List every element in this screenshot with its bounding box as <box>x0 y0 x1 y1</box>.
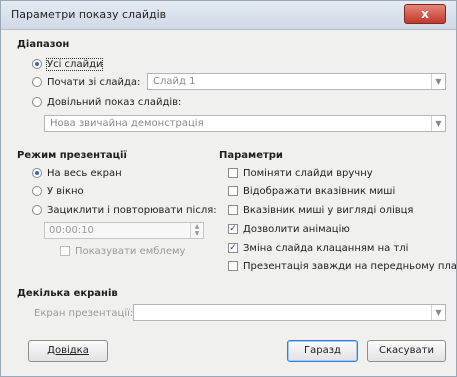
from-slide-value: Слайд 1 <box>153 76 196 87</box>
loop-time-spinner[interactable]: 00:00:10 ▲ ▼ <box>44 222 204 239</box>
title-bar[interactable]: Параметри показу слайдів x <box>1 1 456 30</box>
checkbox-icon <box>228 186 238 196</box>
radio-icon <box>32 168 42 178</box>
loop-label: Зациклити і повторювати після: <box>47 204 217 216</box>
radio-icon <box>32 77 42 87</box>
help-button[interactable]: Довідка <box>28 340 108 362</box>
close-icon: x <box>421 7 429 21</box>
option-label: Презентація завжди на передньому плані <box>243 260 457 272</box>
radio-icon <box>32 59 42 69</box>
presentation-mode-header: Режим презентації <box>17 150 127 161</box>
show-logo-label: Показувати емблему <box>75 245 186 257</box>
option-label: Дозволити анімацію <box>243 223 350 235</box>
chevron-down-icon: ▼ <box>431 305 445 320</box>
presentation-screen-label: Екран презентації: <box>34 307 134 319</box>
radio-full-screen[interactable]: На весь екран <box>32 166 122 180</box>
checkbox-icon <box>228 168 238 178</box>
custom-show-value: Нова звичайна демонстрація <box>50 118 204 129</box>
custom-show-select[interactable]: Нова звичайна демонстрація ▼ <box>44 115 446 132</box>
radio-custom-show[interactable]: Довільний показ слайдів: <box>32 95 181 109</box>
chevron-down-icon: ▼ <box>431 74 445 89</box>
radio-icon <box>32 97 42 107</box>
option-checkbox[interactable]: Презентація завжди на передньому плані <box>228 259 457 273</box>
cancel-button[interactable]: Скасувати <box>367 340 446 362</box>
option-label: Зміна слайда клацанням на тлі <box>243 242 409 254</box>
ok-button[interactable]: Гаразд <box>287 340 358 362</box>
custom-show-label: Довільний показ слайдів: <box>47 96 182 108</box>
range-header: Діапазон <box>17 39 70 50</box>
option-checkbox[interactable]: Поміняти слайди вручну <box>228 166 373 180</box>
radio-loop[interactable]: Зациклити і повторювати після: <box>32 203 217 217</box>
close-button[interactable]: x <box>404 4 446 24</box>
cancel-button-label: Скасувати <box>379 345 434 356</box>
checkbox-icon <box>60 246 70 256</box>
show-logo-checkbox[interactable]: Показувати емблему <box>60 244 185 258</box>
check-icon: ✓ <box>228 243 238 253</box>
option-checkbox[interactable]: ✓ Зміна слайда клацанням на тлі <box>228 241 408 255</box>
spin-arrows-icon[interactable]: ▲ ▼ <box>190 223 203 238</box>
radio-in-window[interactable]: У вікно <box>32 184 84 198</box>
window-title: Параметри показу слайдів <box>11 8 167 21</box>
option-label: Вказівник миші у вигляді олівця <box>243 204 414 216</box>
chevron-down-icon: ▼ <box>431 116 445 131</box>
option-label: Поміняти слайди вручну <box>243 167 373 179</box>
radio-icon <box>32 186 42 196</box>
radio-icon <box>32 205 42 215</box>
presentation-screen-select[interactable]: ▼ <box>133 304 446 321</box>
in-window-label: У вікно <box>47 185 84 197</box>
all-slides-label: Усі слайди <box>45 57 104 71</box>
check-icon: ✓ <box>228 224 238 234</box>
option-checkbox[interactable]: Вказівник миші у вигляді олівця <box>228 203 413 217</box>
radio-from-slide[interactable]: Почати зі слайда: <box>32 75 140 89</box>
multiple-screens-header: Декілька екранів <box>17 288 118 299</box>
from-slide-select[interactable]: Слайд 1 ▼ <box>147 73 446 90</box>
checkbox-icon <box>228 261 238 271</box>
slide-show-settings-dialog: Параметри показу слайдів x Діапазон Усі … <box>0 0 457 377</box>
checkbox-icon <box>228 205 238 215</box>
help-button-label: Довідка <box>47 345 89 356</box>
radio-all-slides[interactable]: Усі слайди <box>32 57 104 71</box>
options-header: Параметри <box>219 150 283 161</box>
ok-button-label: Гаразд <box>304 345 341 356</box>
option-label: Відображати вказівник миші <box>243 185 396 197</box>
from-slide-label: Почати зі слайда: <box>47 76 141 88</box>
option-checkbox[interactable]: Відображати вказівник миші <box>228 184 395 198</box>
loop-time-value: 00:00:10 <box>49 225 94 236</box>
full-screen-label: На весь екран <box>47 167 122 179</box>
option-checkbox[interactable]: ✓ Дозволити анімацію <box>228 222 350 236</box>
